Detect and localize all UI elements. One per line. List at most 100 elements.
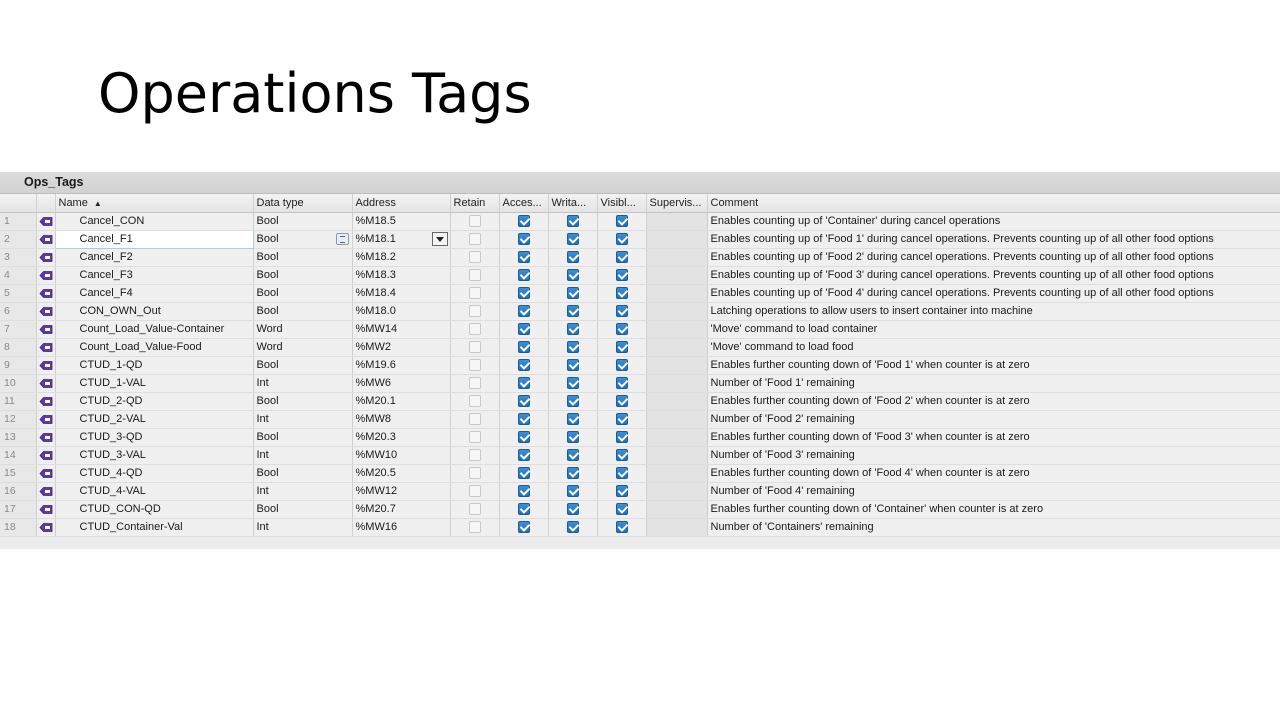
tag-name[interactable]: CTUD_3-VAL	[55, 446, 254, 465]
address-cell[interactable]: %M20.5	[352, 464, 451, 483]
address-cell[interactable]: %MW16	[352, 518, 451, 537]
header-writable[interactable]: Writa...	[548, 194, 598, 213]
tag-name[interactable]: CTUD_1-QD	[55, 356, 254, 375]
table-row[interactable]: 1 Cancel_CON Bool %M18.5 Enables counting up…	[0, 212, 1280, 231]
retain-checkbox[interactable]	[468, 269, 481, 282]
tag-name[interactable]: CTUD_2-VAL	[55, 410, 254, 429]
writable-checkbox[interactable]	[566, 269, 579, 282]
supervision-cell[interactable]	[646, 302, 708, 321]
accessible-checkbox[interactable]	[517, 215, 530, 228]
comment[interactable]: Latching operations to allow users to in…	[707, 302, 1280, 321]
header-visible[interactable]: Visibl...	[597, 194, 647, 213]
table-row[interactable]: 4 Cancel_F3 Bool %M18.3 Enables counting up …	[0, 266, 1280, 285]
header-supervision[interactable]: Supervis...	[646, 194, 708, 213]
address-cell[interactable]: %M20.3	[352, 428, 451, 447]
comment[interactable]: Enables further counting down of 'Food 4…	[707, 464, 1280, 483]
visible-checkbox[interactable]	[615, 269, 628, 282]
retain-checkbox[interactable]	[468, 305, 481, 318]
writable-checkbox[interactable]	[566, 485, 579, 498]
writable-checkbox[interactable]	[566, 215, 579, 228]
table-row[interactable]: 5 Cancel_F4 Bool %M18.4 Enables counting up …	[0, 284, 1280, 303]
table-row[interactable]: 8 Count_Load_Value-Food Word %MW2 'Move' com…	[0, 338, 1280, 357]
writable-checkbox[interactable]	[566, 413, 579, 426]
header-retain[interactable]: Retain	[450, 194, 500, 213]
retain-checkbox[interactable]	[468, 485, 481, 498]
comment[interactable]: Enables further counting down of 'Food 3…	[707, 428, 1280, 447]
data-type-cell[interactable]: Word	[253, 320, 353, 339]
visible-checkbox[interactable]	[615, 395, 628, 408]
retain-checkbox[interactable]	[468, 449, 481, 462]
data-type-cell[interactable]: Int	[253, 374, 353, 393]
data-type-cell[interactable]: Bool	[253, 266, 353, 285]
comment[interactable]: 'Move' command to load food	[707, 338, 1280, 357]
accessible-checkbox[interactable]	[517, 431, 530, 444]
tag-name[interactable]: Cancel_F2	[55, 248, 254, 267]
tag-name[interactable]: CON_OWN_Out	[55, 302, 254, 321]
address-dropdown-icon[interactable]	[431, 231, 448, 246]
writable-checkbox[interactable]	[566, 359, 579, 372]
writable-checkbox[interactable]	[566, 467, 579, 480]
comment[interactable]: Number of 'Food 3' remaining	[707, 446, 1280, 465]
table-row[interactable]: 14 CTUD_3-VAL Int %MW10 Number of 'Food 3' r…	[0, 446, 1280, 465]
retain-checkbox[interactable]	[468, 467, 481, 480]
visible-checkbox[interactable]	[615, 251, 628, 264]
accessible-checkbox[interactable]	[517, 467, 530, 480]
retain-checkbox[interactable]	[468, 287, 481, 300]
accessible-checkbox[interactable]	[517, 521, 530, 534]
data-type-cell[interactable]: Bool	[253, 302, 353, 321]
accessible-checkbox[interactable]	[517, 233, 530, 246]
comment[interactable]: Enables counting up of 'Food 2' during c…	[707, 248, 1280, 267]
writable-checkbox[interactable]	[566, 377, 579, 390]
retain-checkbox[interactable]	[468, 377, 481, 390]
table-row[interactable]: 10 CTUD_1-VAL Int %MW6 Number of 'Food 1' re…	[0, 374, 1280, 393]
tag-name[interactable]: CTUD_2-QD	[55, 392, 254, 411]
writable-checkbox[interactable]	[566, 305, 579, 318]
address-cell[interactable]: %MW12	[352, 482, 451, 501]
supervision-cell[interactable]	[646, 356, 708, 375]
comment[interactable]: Enables counting up of 'Food 3' during c…	[707, 266, 1280, 285]
data-type-cell[interactable]: Bool	[253, 428, 353, 447]
table-row[interactable]: 6 CON_OWN_Out Bool %M18.0 Latching operation…	[0, 302, 1280, 321]
accessible-checkbox[interactable]	[517, 395, 530, 408]
accessible-checkbox[interactable]	[517, 269, 530, 282]
data-type-cell[interactable]: Bool	[253, 212, 353, 231]
supervision-cell[interactable]	[646, 482, 708, 501]
supervision-cell[interactable]	[646, 428, 708, 447]
visible-checkbox[interactable]	[615, 305, 628, 318]
writable-checkbox[interactable]	[566, 431, 579, 444]
comment[interactable]: 'Move' command to load container	[707, 320, 1280, 339]
writable-checkbox[interactable]	[566, 449, 579, 462]
supervision-cell[interactable]	[646, 410, 708, 429]
accessible-checkbox[interactable]	[517, 305, 530, 318]
table-row[interactable]: 3 Cancel_F2 Bool %M18.2 Enables counting up …	[0, 248, 1280, 267]
visible-checkbox[interactable]	[615, 215, 628, 228]
retain-checkbox[interactable]	[468, 395, 481, 408]
comment[interactable]: Number of 'Food 2' remaining	[707, 410, 1280, 429]
tag-name[interactable]: Count_Load_Value-Container	[55, 320, 254, 339]
retain-checkbox[interactable]	[468, 215, 481, 228]
address-cell[interactable]: %M20.1	[352, 392, 451, 411]
visible-checkbox[interactable]	[615, 323, 628, 336]
data-type-cell[interactable]: Bool	[253, 500, 353, 519]
header-name[interactable]: Name ▲	[55, 194, 254, 213]
data-type-cell[interactable]: Int	[253, 482, 353, 501]
data-type-cell[interactable]: Int	[253, 410, 353, 429]
supervision-cell[interactable]	[646, 338, 708, 357]
tag-name[interactable]: CTUD_3-QD	[55, 428, 254, 447]
accessible-checkbox[interactable]	[517, 323, 530, 336]
comment[interactable]: Enables further counting down of 'Food 2…	[707, 392, 1280, 411]
visible-checkbox[interactable]	[615, 485, 628, 498]
accessible-checkbox[interactable]	[517, 251, 530, 264]
tag-name[interactable]: CTUD_Container-Val	[55, 518, 254, 537]
accessible-checkbox[interactable]	[517, 287, 530, 300]
supervision-cell[interactable]	[646, 320, 708, 339]
retain-checkbox[interactable]	[468, 503, 481, 516]
data-type-cell[interactable]: Bool	[253, 356, 353, 375]
comment[interactable]: Enables further counting down of 'Contai…	[707, 500, 1280, 519]
retain-checkbox[interactable]	[468, 413, 481, 426]
retain-checkbox[interactable]	[468, 323, 481, 336]
visible-checkbox[interactable]	[615, 431, 628, 444]
table-row[interactable]: 16 CTUD_4-VAL Int %MW12 Number of 'Food 4' r…	[0, 482, 1280, 501]
retain-checkbox[interactable]	[468, 341, 481, 354]
supervision-cell[interactable]	[646, 518, 708, 537]
